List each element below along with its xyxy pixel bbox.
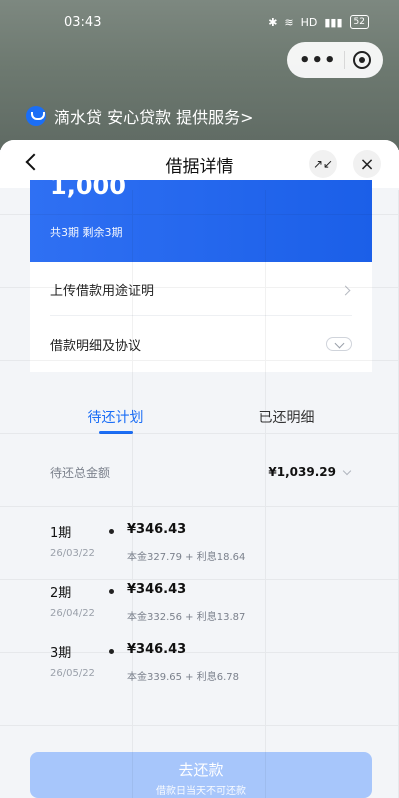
battery-icon: 52 [349, 15, 369, 29]
page-title: 借据详情 [165, 156, 234, 177]
purpose-proof-row[interactable]: 上传借款用途证明 [50, 264, 352, 316]
installment-detail: 本金339.65 + 利息6.78 [127, 672, 239, 683]
capsule-divider [344, 51, 346, 69]
provider-text: 滴水贷 安心贷款 提供服务> [54, 108, 254, 127]
installment-amount: ¥346.43 [127, 522, 187, 537]
installment-item: 1期 26/03/22 ¥346.43 本金327.79 + 利息18.64 [50, 522, 352, 572]
purpose-proof-label: 上传借款用途证明 [50, 284, 155, 299]
chevron-down-icon [342, 467, 352, 477]
chevron-right-icon [342, 285, 352, 295]
installment-list: 1期 26/03/22 ¥346.43 本金327.79 + 利息18.64 2… [50, 522, 352, 692]
more-icon[interactable]: ••• [299, 50, 337, 71]
close-icon[interactable]: × [353, 150, 381, 178]
installment-date: 26/03/22 [50, 548, 95, 559]
repay-button-label: 去还款 [178, 761, 224, 779]
installment-detail: 本金332.56 + 利息13.87 [127, 612, 246, 623]
chevron-down-icon[interactable] [326, 337, 352, 351]
timeline-dot [109, 649, 114, 654]
bluetooth-icon: ✱ [268, 15, 278, 29]
tabs: 待还计划 已还明细 [30, 390, 372, 444]
total-pending-row[interactable]: 待还总金额 ¥1,039.29 [40, 452, 362, 492]
exit-icon[interactable] [352, 51, 371, 69]
repay-button[interactable]: 去还款 借款日当天不可还款 [30, 752, 372, 798]
miniapp-capsule[interactable]: ••• [287, 42, 383, 78]
installment-date: 26/04/22 [50, 608, 95, 619]
tab-pending-plan[interactable]: 待还计划 [30, 390, 201, 444]
signal-icon: ▮▮▮ [324, 15, 343, 29]
expand-icon[interactable]: ↗↙ [309, 150, 337, 178]
loan-links-card: 上传借款用途证明 借款明细及协议 [30, 262, 372, 372]
loan-periods: 共3期 剩余3期 [50, 226, 123, 239]
bottom-sheet: 借据详情 ↗↙ × 1,000 共3期 剩余3期 上传借款用途证明 借款明细及协… [0, 140, 399, 798]
provider-logo-icon [26, 106, 46, 126]
loan-amount: 1,000 [50, 172, 126, 200]
installment-amount: ¥346.43 [127, 582, 187, 597]
hd-icon: HD [300, 15, 318, 29]
repay-button-note: 借款日当天不可还款 [156, 786, 246, 797]
installment-detail: 本金327.79 + 利息18.64 [127, 552, 246, 563]
total-amount: ¥1,039.29 [268, 465, 336, 479]
installment-item: 2期 26/04/22 ¥346.43 本金332.56 + 利息13.87 [50, 582, 352, 632]
back-icon[interactable] [22, 152, 44, 174]
installment-period: 3期 [50, 646, 72, 661]
details-agreement-row[interactable]: 借款明细及协议 [50, 318, 352, 370]
wifi-icon: ≋ [284, 15, 294, 29]
installment-amount: ¥346.43 [127, 642, 187, 657]
installment-period: 1期 [50, 526, 72, 541]
repayment-plan-card: 待还计划 已还明细 待还总金额 ¥1,039.29 1期 26/03/22 ¥3… [30, 390, 372, 708]
status-bar: 03:43 ✱ ≋ HD ▮▮▮ 52 [0, 0, 399, 44]
installment-period: 2期 [50, 586, 72, 601]
total-value: ¥1,039.29 [268, 465, 352, 479]
details-agreement-label: 借款明细及协议 [50, 338, 142, 354]
provider-banner[interactable]: 滴水贷 安心贷款 提供服务> [26, 104, 254, 128]
loan-summary-card: 1,000 共3期 剩余3期 [30, 172, 372, 262]
timeline-dot [109, 529, 114, 534]
timeline-dot [109, 589, 114, 594]
installment-date: 26/05/22 [50, 668, 95, 679]
total-label: 待还总金额 [50, 465, 111, 480]
status-icons: ✱ ≋ HD ▮▮▮ 52 [268, 15, 369, 29]
status-time: 03:43 [64, 14, 102, 30]
tab-repaid-details[interactable]: 已还明细 [201, 390, 372, 444]
installment-item: 3期 26/05/22 ¥346.43 本金339.65 + 利息6.78 [50, 642, 352, 692]
